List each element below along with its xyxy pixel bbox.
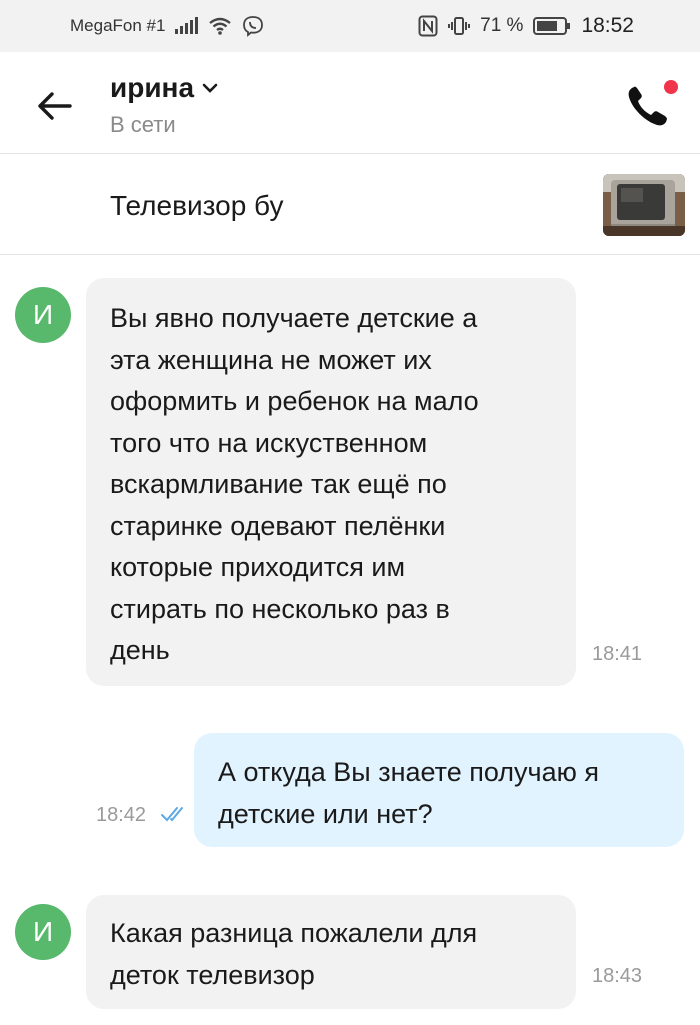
arrow-left-icon: [38, 92, 72, 120]
message-bubble-incoming[interactable]: Вы явно получаете детские а эта женщина …: [86, 278, 576, 686]
message-bubble-incoming[interactable]: Какая разница пожалели для деток телевиз…: [86, 895, 576, 1009]
listing-thumbnail[interactable]: [603, 174, 685, 236]
avatar[interactable]: И: [15, 904, 71, 960]
message-line: старинке одевают пелёнки: [110, 510, 446, 541]
status-bar: MegaFon #1 71 % 18:52: [0, 0, 700, 52]
call-button[interactable]: [620, 80, 680, 132]
message-line: вскармливание так ещё по: [110, 469, 447, 499]
message-line: того что на искуственном: [110, 427, 428, 458]
status-right: 71 % 18:52: [418, 14, 634, 38]
vibrate-icon: [448, 17, 471, 35]
message-line: Вы явно получаете детские а: [110, 303, 478, 333]
chat-header: ирина В сети: [0, 52, 700, 154]
status-time: 18:52: [581, 14, 634, 37]
battery-percent: 71 %: [480, 15, 524, 36]
message-time: 18:43: [592, 965, 643, 987]
listing-title: Телевизор бу: [110, 190, 284, 221]
call-notification-dot: [664, 80, 678, 94]
message-line: которые приходится им: [110, 552, 406, 582]
avatar[interactable]: И: [15, 287, 71, 343]
message-bubble-outgoing[interactable]: А откуда Вы знаете получаю я детские или…: [194, 733, 684, 847]
nfc-icon: [418, 15, 438, 37]
message-time: 18:42: [96, 804, 147, 826]
listing-bar[interactable]: Телевизор бу: [0, 154, 700, 255]
contact-name: ирина: [110, 72, 195, 103]
double-check-icon: [161, 807, 183, 822]
message-line: стирать по несколько раз в: [110, 593, 450, 624]
status-left: MegaFon #1: [70, 15, 264, 37]
avatar-letter: И: [32, 916, 54, 947]
wifi-icon: [209, 17, 232, 35]
signal-icon: [175, 17, 199, 34]
carrier-label: MegaFon #1: [70, 16, 166, 35]
chevron-down-icon: [202, 83, 218, 93]
message-line: Какая разница пожалели для: [110, 918, 478, 948]
message-line: день: [110, 635, 170, 665]
phone-icon: [628, 86, 667, 126]
viber-icon: [243, 16, 264, 37]
contact-online-status: В сети: [110, 112, 176, 137]
contact-name-button[interactable]: ирина: [110, 72, 218, 104]
message-line: эта женщина не может их: [110, 344, 432, 375]
avatar-letter: И: [32, 299, 54, 330]
message-line: А откуда Вы знаете получаю я: [218, 757, 599, 787]
battery-icon: [533, 17, 571, 35]
message-line: деток телевизор: [110, 959, 315, 990]
message-time: 18:41: [592, 643, 643, 665]
tv-thumbnail-image: [603, 174, 685, 236]
message-line: оформить и ребенок на мало: [110, 386, 479, 416]
message-line: детские или нет?: [218, 798, 433, 829]
back-button[interactable]: [30, 82, 78, 130]
